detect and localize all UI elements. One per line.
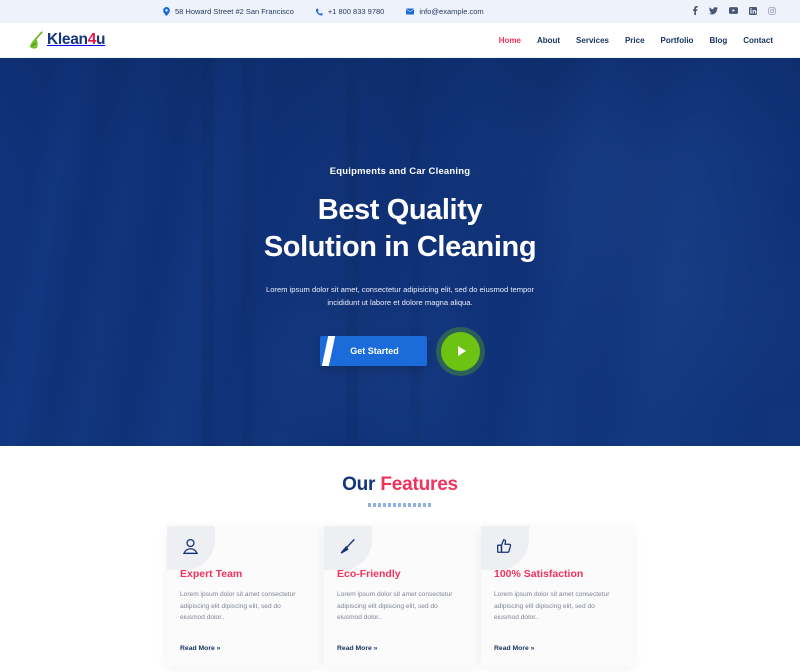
read-more-link[interactable]: Read More » <box>180 645 220 652</box>
read-more-link[interactable]: Read More » <box>494 645 534 652</box>
feature-card-title: Expert Team <box>180 568 243 580</box>
features-heading-group: Our Features <box>0 474 800 507</box>
nav-item-contact[interactable]: Contact <box>743 36 773 45</box>
hero-title-line-1: Best Quality <box>317 194 483 226</box>
features-title: Our Features <box>0 474 800 496</box>
features-title-prefix: Our <box>342 474 381 495</box>
hero-subtitle: Lorem ipsum dolor sit amet, consectetur … <box>265 285 535 308</box>
phone-item[interactable]: +1 800 833 9780 <box>315 7 385 16</box>
broom-icon <box>27 30 44 50</box>
primary-nav: Home About Services Price Portfolio Blog… <box>499 36 773 45</box>
brand-name-accent: 4 <box>87 31 97 49</box>
nav-item-services[interactable]: Services <box>576 36 609 45</box>
thumbs-up-icon <box>495 537 514 556</box>
brand-name-main: Klean <box>47 31 88 49</box>
read-more-link[interactable]: Read More » <box>337 645 377 652</box>
get-started-label: Get Started <box>350 346 399 357</box>
phone-icon <box>315 8 323 16</box>
features-section: Our Features Expert Team Lorem ipsum dol… <box>0 446 800 666</box>
linkedin-icon[interactable] <box>749 6 757 17</box>
hero-section: Equipments and Car Cleaning Best Quality… <box>0 58 800 446</box>
section-divider <box>368 503 432 507</box>
twitter-icon[interactable] <box>709 6 718 17</box>
play-icon <box>457 346 466 357</box>
hero-title-line-2: Solution in Cleaning <box>263 230 537 263</box>
get-started-button[interactable]: Get Started <box>320 336 427 367</box>
play-video-button[interactable] <box>440 331 480 371</box>
feature-card-body: Lorem ipsum dolor sit amet consectetur a… <box>180 591 296 622</box>
phone-text: +1 800 833 9780 <box>327 7 385 16</box>
brand-name: Klean4u <box>47 31 106 49</box>
address-item: 58 Howard Street #2 San Francisco <box>163 7 294 16</box>
nav-item-home[interactable]: Home <box>499 36 521 45</box>
hero-actions: Get Started <box>320 331 480 371</box>
brand-logo[interactable]: Klean4u <box>27 30 106 50</box>
facebook-icon[interactable] <box>693 6 698 17</box>
main-navbar: Klean4u Home About Services Price Portfo… <box>0 23 800 58</box>
feature-card-body: Lorem ipsum dolor sit amet consectetur a… <box>337 591 453 622</box>
location-pin-icon <box>163 7 170 16</box>
feature-cards-row: Expert Team Lorem ipsum dolor sit amet c… <box>5 526 795 666</box>
social-links-group <box>693 6 776 17</box>
feature-card-body: Lorem ipsum dolor sit amet consectetur a… <box>494 591 610 622</box>
feature-card[interactable]: 100% Satisfaction Lorem ipsum dolor sit … <box>481 526 633 666</box>
youtube-icon[interactable] <box>729 7 738 16</box>
nav-item-portfolio[interactable]: Portfolio <box>661 36 694 45</box>
email-text: info@example.com <box>419 7 484 16</box>
features-title-accent: Features <box>380 474 458 495</box>
nav-item-blog[interactable]: Blog <box>709 36 727 45</box>
feature-card-title: Eco-Friendly <box>337 568 401 580</box>
nav-item-about[interactable]: About <box>537 36 560 45</box>
instagram-icon[interactable] <box>768 6 776 17</box>
hero-content: Equipments and Car Cleaning Best Quality… <box>0 58 800 446</box>
feature-card-title: 100% Satisfaction <box>494 568 584 580</box>
feature-card[interactable]: Eco-Friendly Lorem ipsum dolor sit amet … <box>324 526 476 666</box>
email-item[interactable]: info@example.com <box>406 7 484 16</box>
brush-icon <box>338 537 357 556</box>
hero-eyebrow: Equipments and Car Cleaning <box>329 166 471 177</box>
user-icon <box>181 537 200 556</box>
feature-card[interactable]: Expert Team Lorem ipsum dolor sit amet c… <box>167 526 319 666</box>
envelope-icon <box>406 8 415 15</box>
contact-info-group: 58 Howard Street #2 San Francisco +1 800… <box>163 7 484 16</box>
address-text: 58 Howard Street #2 San Francisco <box>175 7 294 16</box>
hero-title: Best Quality Solution in Cleaning <box>263 192 537 265</box>
brand-name-tail: u <box>96 31 106 49</box>
top-contact-bar: 58 Howard Street #2 San Francisco +1 800… <box>0 0 800 23</box>
nav-item-price[interactable]: Price <box>625 36 645 45</box>
